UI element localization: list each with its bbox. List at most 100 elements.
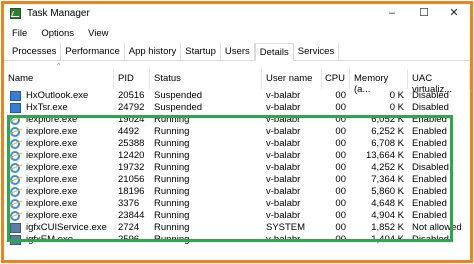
- ie-icon: [10, 199, 20, 209]
- process-memory: 4,648 K: [371, 198, 404, 209]
- table-row[interactable]: iexplore.exe 19732 Running v-balabr 00 4,252 …: [4, 162, 470, 174]
- process-pid: 20516: [118, 90, 145, 101]
- tab-startup[interactable]: Startup: [181, 43, 221, 60]
- process-name: iexplore.exe: [26, 114, 78, 125]
- process-status: Running: [154, 222, 190, 233]
- tab-performance[interactable]: Performance: [61, 43, 125, 60]
- process-name: iexplore.exe: [26, 174, 78, 185]
- column-header-status[interactable]: Status: [150, 69, 262, 89]
- process-user: v-balabr: [266, 138, 301, 149]
- process-memory: 6,052 K: [371, 114, 404, 125]
- process-uac: Enabled: [412, 174, 447, 185]
- process-memory: 0 K: [389, 102, 404, 113]
- table-row[interactable]: igfxEM.exe 2596 Running v-balabr 00 1,404 K Di…: [4, 234, 470, 246]
- ie-icon: [10, 175, 20, 185]
- process-pid: 2596: [118, 234, 140, 245]
- tab-app-history[interactable]: App history: [125, 43, 182, 60]
- process-pid: 3376: [118, 198, 140, 209]
- process-memory: 1,404 K: [371, 234, 404, 245]
- process-name: iexplore.exe: [26, 162, 78, 173]
- ie-icon: [10, 151, 20, 161]
- process-status: Running: [154, 162, 190, 173]
- process-name: igfxCUIService.exe: [26, 222, 107, 233]
- table-row[interactable]: HxOutlook.exe 20516 Suspended v-balabr 00 0 K…: [4, 90, 470, 102]
- tab-details[interactable]: Details: [254, 43, 294, 61]
- minimize-button[interactable]: –: [380, 5, 404, 21]
- process-memory: 4,904 K: [371, 210, 404, 221]
- table-row[interactable]: iexplore.exe 21056 Running v-balabr 00 7,364 …: [4, 174, 470, 186]
- process-status: Running: [154, 186, 190, 197]
- process-pid: 12420: [118, 150, 145, 161]
- menu-file[interactable]: File: [4, 24, 33, 42]
- process-memory: 6,708 K: [371, 138, 404, 149]
- process-memory: 1,852 K: [371, 222, 404, 233]
- process-status: Suspended: [154, 102, 203, 113]
- table-row[interactable]: iexplore.exe 3376 Running v-balabr 00 4,648 K…: [4, 198, 470, 210]
- process-name: iexplore.exe: [26, 138, 78, 149]
- table-row[interactable]: iexplore.exe 12420 Running v-balabr 00 13,664…: [4, 150, 470, 162]
- process-cpu: 00: [335, 222, 346, 233]
- process-cpu: 00: [335, 210, 346, 221]
- close-button[interactable]: ✕: [442, 5, 466, 21]
- tab-processes[interactable]: Processes: [8, 43, 62, 60]
- table-row[interactable]: HxTsr.exe 24792 Suspended v-balabr 00 0 K Disa…: [4, 102, 470, 114]
- process-user: v-balabr: [266, 162, 301, 173]
- table-row[interactable]: iexplore.exe 19024 Running v-balabr 00 6,052 …: [4, 114, 470, 126]
- task-manager-window: Task Manager – ☐ ✕ File Options View Pro…: [1, 1, 473, 263]
- process-uac: Disabled: [412, 102, 449, 113]
- process-name: igfxEM.exe: [26, 234, 73, 245]
- process-uac: Disabled: [412, 162, 449, 173]
- process-pid: 25388: [118, 138, 145, 149]
- process-cpu: 00: [335, 186, 346, 197]
- process-user: v-balabr: [266, 210, 301, 221]
- window-title: Task Manager: [27, 8, 90, 19]
- process-status: Running: [154, 150, 190, 161]
- maximize-button[interactable]: ☐: [412, 5, 436, 21]
- ie-icon: [10, 115, 20, 125]
- process-cpu: 00: [335, 174, 346, 185]
- process-uac: Enabled: [412, 210, 447, 221]
- title-bar[interactable]: Task Manager – ☐ ✕: [4, 4, 470, 23]
- process-cpu: 00: [335, 150, 346, 161]
- process-status: Running: [154, 198, 190, 209]
- gfx-icon: [10, 235, 21, 245]
- table-row[interactable]: iexplore.exe 23844 Running v-balabr 00 4,904 …: [4, 210, 470, 222]
- ie-icon: [10, 127, 20, 137]
- process-status: Running: [154, 138, 190, 149]
- process-pid: 18196: [118, 186, 145, 197]
- column-header-user-name[interactable]: User name: [262, 69, 322, 89]
- table-row[interactable]: iexplore.exe 25388 Running v-balabr 00 6,708 …: [4, 138, 470, 150]
- process-user: v-balabr: [266, 198, 301, 209]
- menu-options[interactable]: Options: [33, 24, 80, 42]
- process-uac: Enabled: [412, 126, 447, 137]
- process-uac: Disabled: [412, 90, 449, 101]
- table-row[interactable]: iexplore.exe 18196 Running v-balabr 00 5,860 …: [4, 186, 470, 198]
- process-user: v-balabr: [266, 186, 301, 197]
- process-name: iexplore.exe: [26, 150, 78, 161]
- column-header-uac-virtualization[interactable]: UAC virtualiz...: [408, 69, 470, 95]
- column-header-name[interactable]: Name: [4, 69, 114, 89]
- process-name: HxOutlook.exe: [26, 90, 89, 101]
- column-header-cpu[interactable]: CPU: [322, 69, 350, 89]
- process-status: Running: [154, 114, 190, 125]
- process-pid: 2724: [118, 222, 140, 233]
- process-pid: 4492: [118, 126, 140, 137]
- process-user: v-balabr: [266, 174, 301, 185]
- process-uac: Enabled: [412, 114, 447, 125]
- process-user: v-balabr: [266, 126, 301, 137]
- table-row[interactable]: igfxCUIService.exe 2724 Running SYSTEM 00 1,8…: [4, 222, 470, 234]
- ie-icon: [10, 139, 20, 149]
- table-row[interactable]: iexplore.exe 4492 Running v-balabr 00 6,252 K…: [4, 126, 470, 138]
- column-header-memory[interactable]: Memory (a...: [350, 69, 408, 95]
- tab-users[interactable]: Users: [221, 43, 255, 60]
- process-cpu: 00: [335, 114, 346, 125]
- process-name: iexplore.exe: [26, 126, 78, 137]
- process-pid: 19732: [118, 162, 145, 173]
- process-user: v-balabr: [266, 114, 301, 125]
- process-name: iexplore.exe: [26, 186, 78, 197]
- process-cpu: 00: [335, 126, 346, 137]
- process-status: Running: [154, 174, 190, 185]
- tab-services[interactable]: Services: [294, 43, 340, 60]
- column-header-pid[interactable]: PID: [114, 69, 150, 89]
- menu-view[interactable]: View: [80, 24, 114, 42]
